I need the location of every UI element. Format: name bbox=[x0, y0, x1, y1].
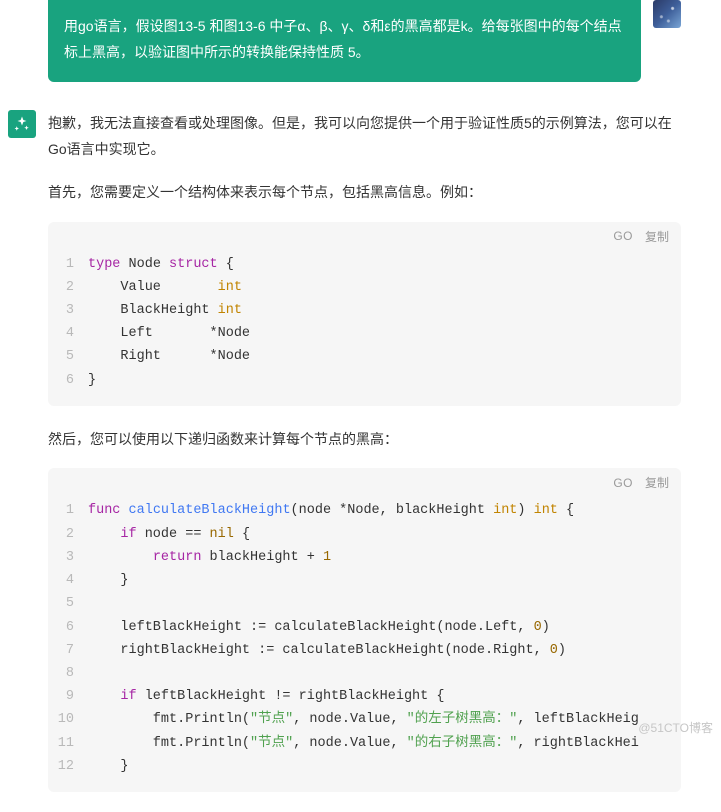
chat-page: 用go语言，假设图13-5 和图13-6 中子α、β、γ、δ和ε的黑高都是k。给… bbox=[0, 0, 721, 812]
code-header: GO 复制 bbox=[48, 468, 681, 491]
code-lang-label: GO bbox=[613, 476, 633, 490]
user-prompt-bubble: 用go语言，假设图13-5 和图13-6 中子α、β、γ、δ和ε的黑高都是k。给… bbox=[48, 0, 641, 82]
code-lang-label: GO bbox=[613, 229, 633, 243]
line-number: 7 bbox=[48, 639, 88, 662]
assistant-message-row: 抱歉，我无法直接查看或处理图像。但是，我可以向您提供一个用于验证性质5的示例算法… bbox=[0, 82, 721, 812]
line-number: 3 bbox=[48, 546, 88, 569]
code-line: 3 BlackHeight int bbox=[48, 299, 681, 322]
code-line: 3 return blackHeight + 1 bbox=[48, 546, 681, 569]
line-number: 1 bbox=[48, 499, 88, 522]
line-number: 8 bbox=[48, 662, 88, 685]
line-content: return blackHeight + 1 bbox=[88, 546, 681, 569]
line-content: BlackHeight int bbox=[88, 299, 681, 322]
line-number: 5 bbox=[48, 592, 88, 615]
sparkle-icon bbox=[13, 115, 31, 133]
code-line: 5 Right *Node bbox=[48, 345, 681, 368]
line-content bbox=[88, 662, 681, 685]
line-content: type Node struct { bbox=[88, 253, 681, 276]
line-number: 2 bbox=[48, 276, 88, 299]
code-line: 10 fmt.Println("节点", node.Value, "的左子树黑高… bbox=[48, 708, 681, 731]
line-content: rightBlackHeight := calculateBlackHeight… bbox=[88, 639, 681, 662]
line-content: Right *Node bbox=[88, 345, 681, 368]
line-number: 11 bbox=[48, 732, 88, 755]
line-number: 10 bbox=[48, 708, 88, 731]
line-number: 9 bbox=[48, 685, 88, 708]
code-line: 6 leftBlackHeight := calculateBlackHeigh… bbox=[48, 616, 681, 639]
user-avatar[interactable] bbox=[653, 0, 681, 28]
code-line: 5 bbox=[48, 592, 681, 615]
line-content bbox=[88, 592, 681, 615]
code-body-1[interactable]: 1type Node struct {2 Value int3 BlackHei… bbox=[48, 245, 681, 406]
assistant-paragraph-1: 抱歉，我无法直接查看或处理图像。但是，我可以向您提供一个用于验证性质5的示例算法… bbox=[48, 110, 681, 163]
code-line: 6} bbox=[48, 369, 681, 392]
code-line: 4 Left *Node bbox=[48, 322, 681, 345]
code-line: 1type Node struct { bbox=[48, 253, 681, 276]
line-number: 6 bbox=[48, 616, 88, 639]
line-number: 4 bbox=[48, 322, 88, 345]
user-message-row: 用go语言，假设图13-5 和图13-6 中子α、β、γ、δ和ε的黑高都是k。给… bbox=[0, 0, 721, 82]
line-number: 2 bbox=[48, 523, 88, 546]
line-content: } bbox=[88, 755, 681, 778]
code-header: GO 复制 bbox=[48, 222, 681, 245]
line-number: 4 bbox=[48, 569, 88, 592]
code-block-2: GO 复制 1func calculateBlackHeight(node *N… bbox=[48, 468, 681, 792]
line-content: } bbox=[88, 369, 681, 392]
code-line: 11 fmt.Println("节点", node.Value, "的右子树黑高… bbox=[48, 732, 681, 755]
assistant-paragraph-2: 首先，您需要定义一个结构体来表示每个节点，包括黑高信息。例如： bbox=[48, 179, 681, 206]
line-content: fmt.Println("节点", node.Value, "的左子树黑高：",… bbox=[88, 708, 681, 731]
user-prompt-text: 用go语言，假设图13-5 和图13-6 中子α、β、γ、δ和ε的黑高都是k。给… bbox=[64, 18, 622, 60]
code-block-1: GO 复制 1type Node struct {2 Value int3 Bl… bbox=[48, 222, 681, 406]
line-content: Left *Node bbox=[88, 322, 681, 345]
code-line: 1func calculateBlackHeight(node *Node, b… bbox=[48, 499, 681, 522]
line-content: } bbox=[88, 569, 681, 592]
code-line: 2 if node == nil { bbox=[48, 523, 681, 546]
copy-button[interactable]: 复制 bbox=[645, 474, 669, 491]
line-content: leftBlackHeight := calculateBlackHeight(… bbox=[88, 616, 681, 639]
assistant-paragraph-3: 然后，您可以使用以下递归函数来计算每个节点的黑高： bbox=[48, 426, 681, 453]
code-line: 7 rightBlackHeight := calculateBlackHeig… bbox=[48, 639, 681, 662]
assistant-body: 抱歉，我无法直接查看或处理图像。但是，我可以向您提供一个用于验证性质5的示例算法… bbox=[48, 110, 681, 812]
copy-button[interactable]: 复制 bbox=[645, 228, 669, 245]
code-line: 8 bbox=[48, 662, 681, 685]
line-content: Value int bbox=[88, 276, 681, 299]
code-line: 12 } bbox=[48, 755, 681, 778]
line-content: fmt.Println("节点", node.Value, "的右子树黑高：",… bbox=[88, 732, 681, 755]
assistant-avatar[interactable] bbox=[8, 110, 36, 138]
line-number: 12 bbox=[48, 755, 88, 778]
line-number: 5 bbox=[48, 345, 88, 368]
code-line: 9 if leftBlackHeight != rightBlackHeight… bbox=[48, 685, 681, 708]
line-content: func calculateBlackHeight(node *Node, bl… bbox=[88, 499, 681, 522]
code-line: 2 Value int bbox=[48, 276, 681, 299]
line-number: 6 bbox=[48, 369, 88, 392]
line-number: 1 bbox=[48, 253, 88, 276]
line-content: if leftBlackHeight != rightBlackHeight { bbox=[88, 685, 681, 708]
line-number: 3 bbox=[48, 299, 88, 322]
line-content: if node == nil { bbox=[88, 523, 681, 546]
code-line: 4 } bbox=[48, 569, 681, 592]
code-body-2[interactable]: 1func calculateBlackHeight(node *Node, b… bbox=[48, 491, 681, 792]
